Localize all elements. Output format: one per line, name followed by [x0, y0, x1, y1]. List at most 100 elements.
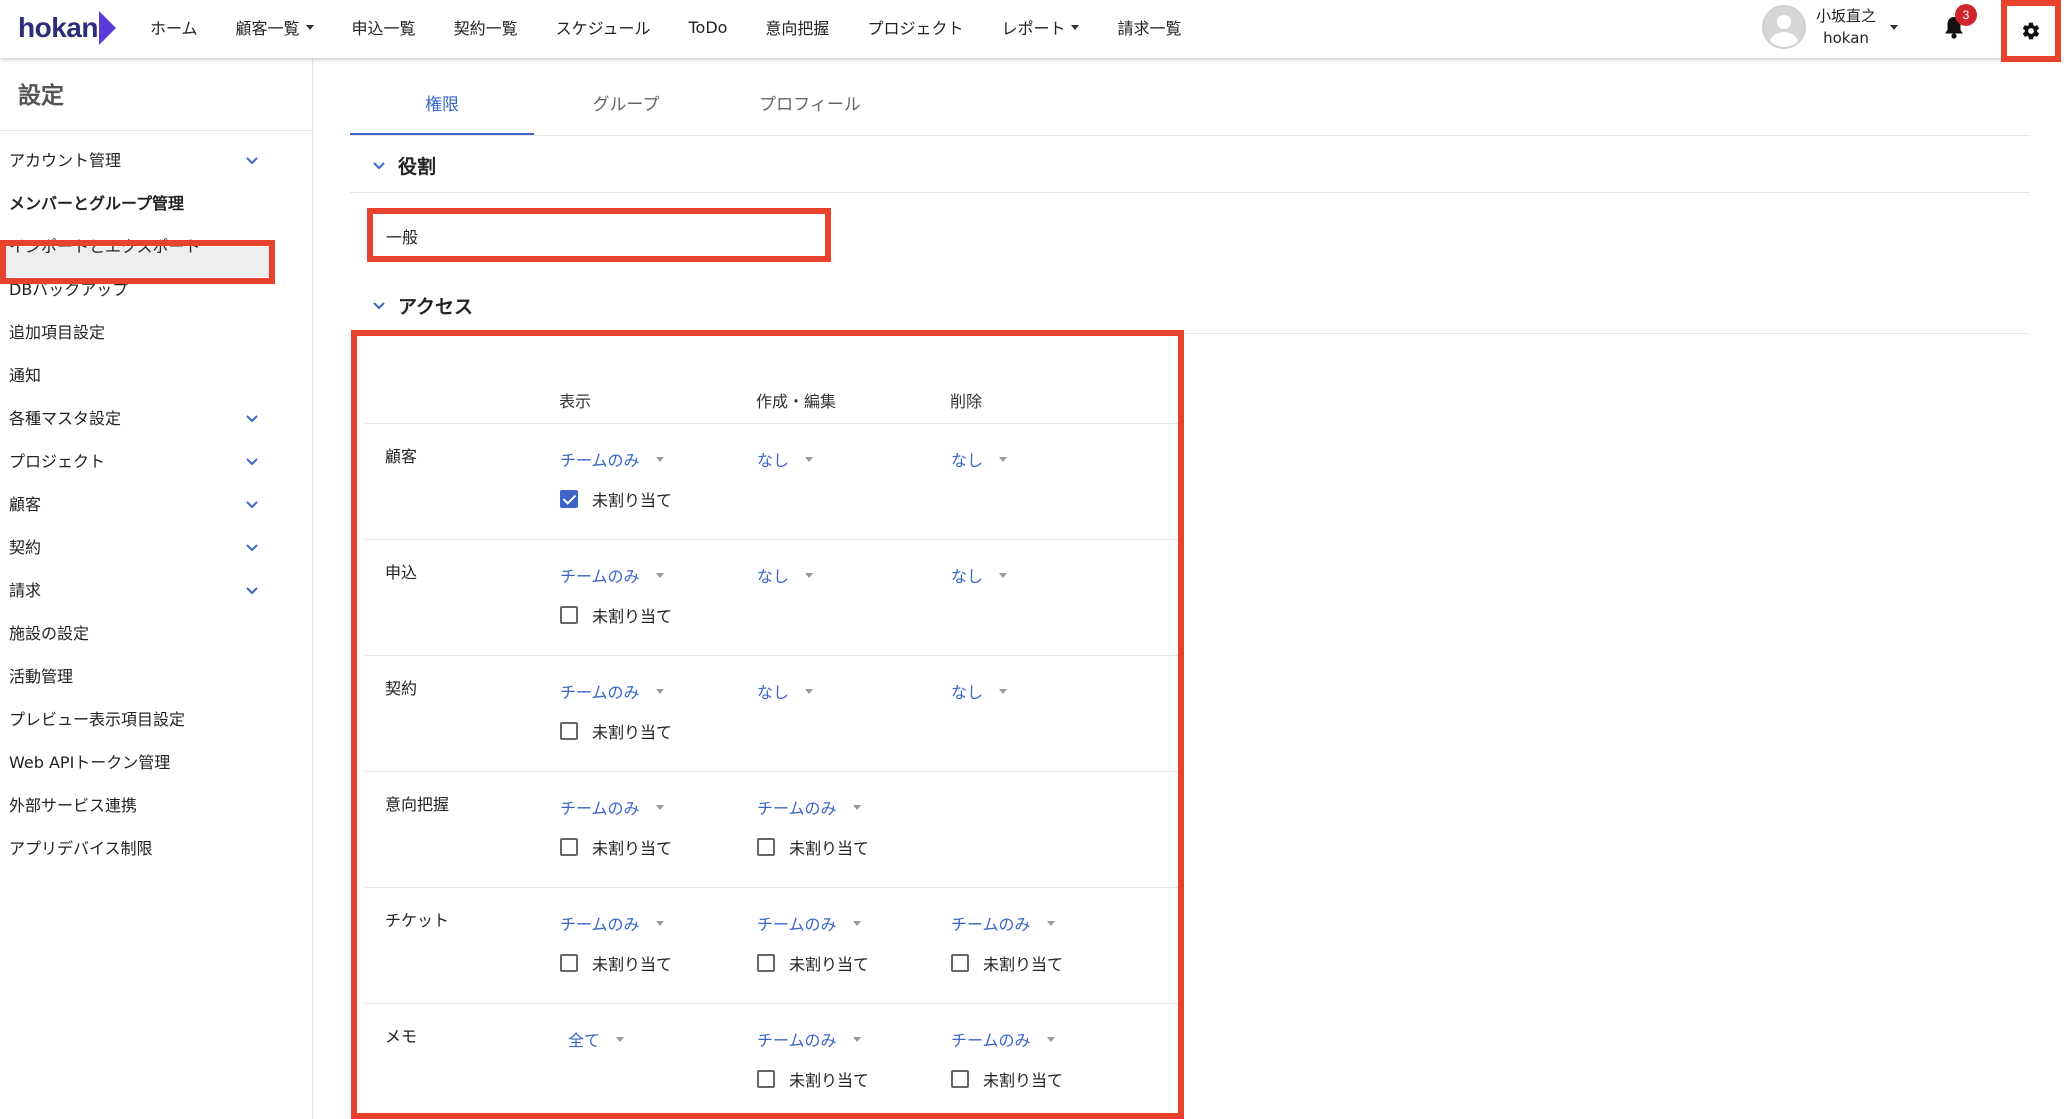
nav-item-3[interactable]: 契約一覧	[454, 15, 518, 39]
sidebar-item-14[interactable]: Web APIトークン管理	[9, 750, 259, 776]
sidebar-item-10[interactable]: 請求	[9, 578, 259, 604]
permission-select[interactable]: チームのみ	[560, 795, 664, 819]
sidebar-item-4[interactable]: 追加項目設定	[9, 320, 259, 346]
permission-value: なし	[951, 451, 984, 470]
unassigned-checkbox-row[interactable]: 未割り当て	[757, 951, 869, 975]
permission-select[interactable]: チームのみ	[560, 911, 664, 935]
caret-down-icon	[805, 456, 814, 462]
settings-button[interactable]	[2001, 0, 2061, 62]
nav-item-7[interactable]: プロジェクト	[867, 15, 963, 39]
chevron-down-icon[interactable]	[245, 414, 259, 424]
nav-item-1[interactable]: 顧客一覧	[236, 15, 314, 39]
nav-item-5[interactable]: ToDo	[688, 18, 727, 37]
user-menu[interactable]: 小坂直之 hokan	[1762, 4, 1899, 50]
caret-down-icon	[655, 572, 664, 578]
role-section-header[interactable]: 役割	[372, 152, 436, 179]
caret-down-icon	[999, 572, 1008, 578]
unassigned-checkbox[interactable]	[757, 954, 775, 972]
sidebar-item-label: プレビュー表示項目設定	[9, 710, 186, 729]
permission-value: チームのみ	[757, 1031, 837, 1050]
permission-select[interactable]: なし	[757, 679, 814, 703]
permission-value: なし	[757, 683, 790, 702]
sidebar-item-15[interactable]: 外部サービス連携	[9, 793, 259, 819]
settings-tabs: 権限 グループ プロフィール	[350, 90, 902, 136]
unassigned-label: 未割り当て	[789, 955, 870, 974]
sidebar-item-7[interactable]: プロジェクト	[9, 449, 259, 475]
permission-select[interactable]: チームのみ	[757, 911, 861, 935]
permission-select[interactable]: チームのみ	[951, 1027, 1055, 1051]
nav-item-8[interactable]: レポート	[1001, 15, 1080, 39]
permission-value: チームのみ	[560, 451, 640, 470]
unassigned-checkbox-row[interactable]: 未割り当て	[560, 487, 672, 511]
logo-text: hokan	[18, 12, 98, 43]
unassigned-checkbox[interactable]	[951, 954, 969, 972]
chevron-down-icon[interactable]	[245, 543, 259, 553]
access-section-header[interactable]: アクセス	[372, 292, 473, 319]
permission-select[interactable]: なし	[951, 563, 1008, 587]
permission-select[interactable]: なし	[951, 679, 1008, 703]
sidebar-item-label: アプリデバイス制限	[9, 839, 153, 858]
chevron-down-icon[interactable]	[245, 500, 259, 510]
unassigned-checkbox-row[interactable]: 未割り当て	[757, 1067, 869, 1091]
sidebar-item-6[interactable]: 各種マスタ設定	[9, 406, 259, 432]
permission-select[interactable]: なし	[757, 447, 814, 471]
permission-select[interactable]: チームのみ	[560, 679, 664, 703]
unassigned-checkbox[interactable]	[560, 954, 578, 972]
unassigned-label: 未割り当て	[592, 491, 673, 510]
sidebar-item-8[interactable]: 顧客	[9, 492, 259, 518]
unassigned-checkbox-row[interactable]: 未割り当て	[951, 1067, 1063, 1091]
tab-2[interactable]: プロフィール	[718, 90, 902, 136]
permission-select[interactable]: なし	[757, 563, 814, 587]
nav-item-9[interactable]: 請求一覧	[1117, 15, 1181, 39]
permission-select[interactable]: 全て	[568, 1027, 625, 1051]
unassigned-checkbox[interactable]	[560, 606, 578, 624]
sidebar-item-16[interactable]: アプリデバイス制限	[9, 836, 259, 862]
role-section-title: 役割	[398, 156, 437, 178]
nav-item-2[interactable]: 申込一覧	[352, 15, 416, 39]
chevron-down-icon[interactable]	[245, 586, 259, 596]
permission-select[interactable]: チームのみ	[560, 447, 664, 471]
top-navbar: hokan ホーム 顧客一覧 申込一覧 契約一覧 スケジュール ToDo 意向把握 プロジェク…	[0, 0, 2064, 62]
sidebar-item-11[interactable]: 施設の設定	[9, 621, 259, 647]
permission-select[interactable]: チームのみ	[757, 1027, 861, 1051]
unassigned-checkbox[interactable]	[560, 722, 578, 740]
permission-select[interactable]: チームのみ	[951, 911, 1055, 935]
unassigned-label: 未割り当て	[983, 1071, 1064, 1090]
unassigned-checkbox[interactable]	[951, 1070, 969, 1088]
nav-item-6[interactable]: 意向把握	[765, 15, 829, 39]
unassigned-checkbox[interactable]	[560, 490, 578, 508]
tab-1[interactable]: グループ	[534, 90, 718, 136]
unassigned-label: 未割り当て	[592, 723, 673, 742]
sidebar-item-1[interactable]: メンバーとグループ管理	[9, 191, 259, 217]
nav-item-0[interactable]: ホーム	[150, 15, 198, 39]
permission-select[interactable]: チームのみ	[560, 563, 664, 587]
unassigned-checkbox-row[interactable]: 未割り当て	[560, 719, 672, 743]
unassigned-checkbox-row[interactable]: 未割り当て	[560, 951, 672, 975]
unassigned-checkbox-row[interactable]: 未割り当て	[757, 835, 869, 859]
sidebar-item-13[interactable]: プレビュー表示項目設定	[9, 707, 259, 733]
unassigned-checkbox[interactable]	[560, 838, 578, 856]
role-field[interactable]: 一般	[367, 208, 831, 262]
permission-select[interactable]: チームのみ	[757, 795, 861, 819]
nav-item-label: ホーム	[150, 19, 198, 38]
permission-select[interactable]: なし	[951, 447, 1008, 471]
chevron-down-icon[interactable]	[245, 156, 259, 166]
caret-down-icon	[805, 688, 814, 694]
unassigned-checkbox-row[interactable]: 未割り当て	[951, 951, 1063, 975]
sidebar-item-9[interactable]: 契約	[9, 535, 259, 561]
sidebar-item-12[interactable]: 活動管理	[9, 664, 259, 690]
unassigned-checkbox[interactable]	[757, 838, 775, 856]
unassigned-checkbox[interactable]	[757, 1070, 775, 1088]
caret-down-icon	[655, 804, 664, 810]
nav-item-4[interactable]: スケジュール	[556, 15, 651, 39]
sidebar-item-0[interactable]: アカウント管理	[9, 148, 259, 174]
column-header-1: 作成・編集	[756, 392, 837, 411]
permission-value: チームのみ	[560, 915, 640, 934]
unassigned-checkbox-row[interactable]: 未割り当て	[560, 835, 672, 859]
chevron-down-icon[interactable]	[245, 457, 259, 467]
hokan-logo[interactable]: hokan	[18, 8, 116, 48]
unassigned-checkbox-row[interactable]: 未割り当て	[560, 603, 672, 627]
tab-0[interactable]: 権限	[350, 90, 534, 136]
sidebar-item-5[interactable]: 通知	[9, 363, 259, 389]
caret-down-icon	[1071, 24, 1080, 30]
